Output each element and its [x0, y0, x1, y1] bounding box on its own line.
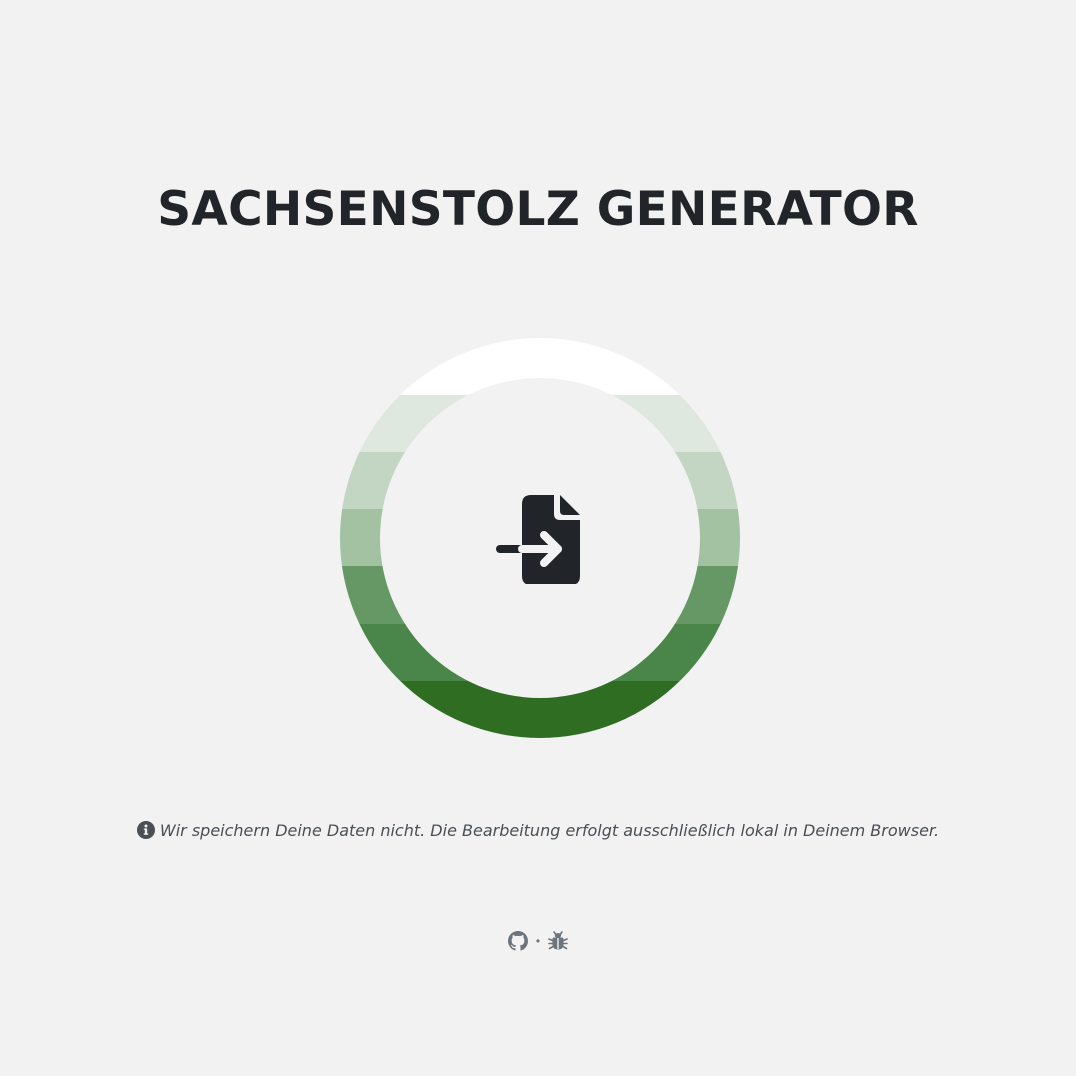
file-import-icon — [496, 495, 580, 584]
privacy-notice: Wir speichern Deine Daten nicht. Die Bea… — [0, 820, 1076, 842]
page-title: SACHSENSTOLZ GENERATOR — [157, 182, 919, 237]
info-circle-icon — [136, 821, 155, 839]
privacy-notice-text: Wir speichern Deine Daten nicht. Die Bea… — [159, 821, 940, 840]
github-icon — [508, 931, 528, 951]
github-link[interactable] — [508, 931, 528, 951]
bug-icon — [548, 931, 568, 950]
bug-report-link[interactable] — [548, 931, 568, 951]
image-upload-button[interactable] — [340, 338, 740, 738]
footer-links: • — [0, 928, 1076, 953]
footer-separator: • — [535, 934, 541, 949]
